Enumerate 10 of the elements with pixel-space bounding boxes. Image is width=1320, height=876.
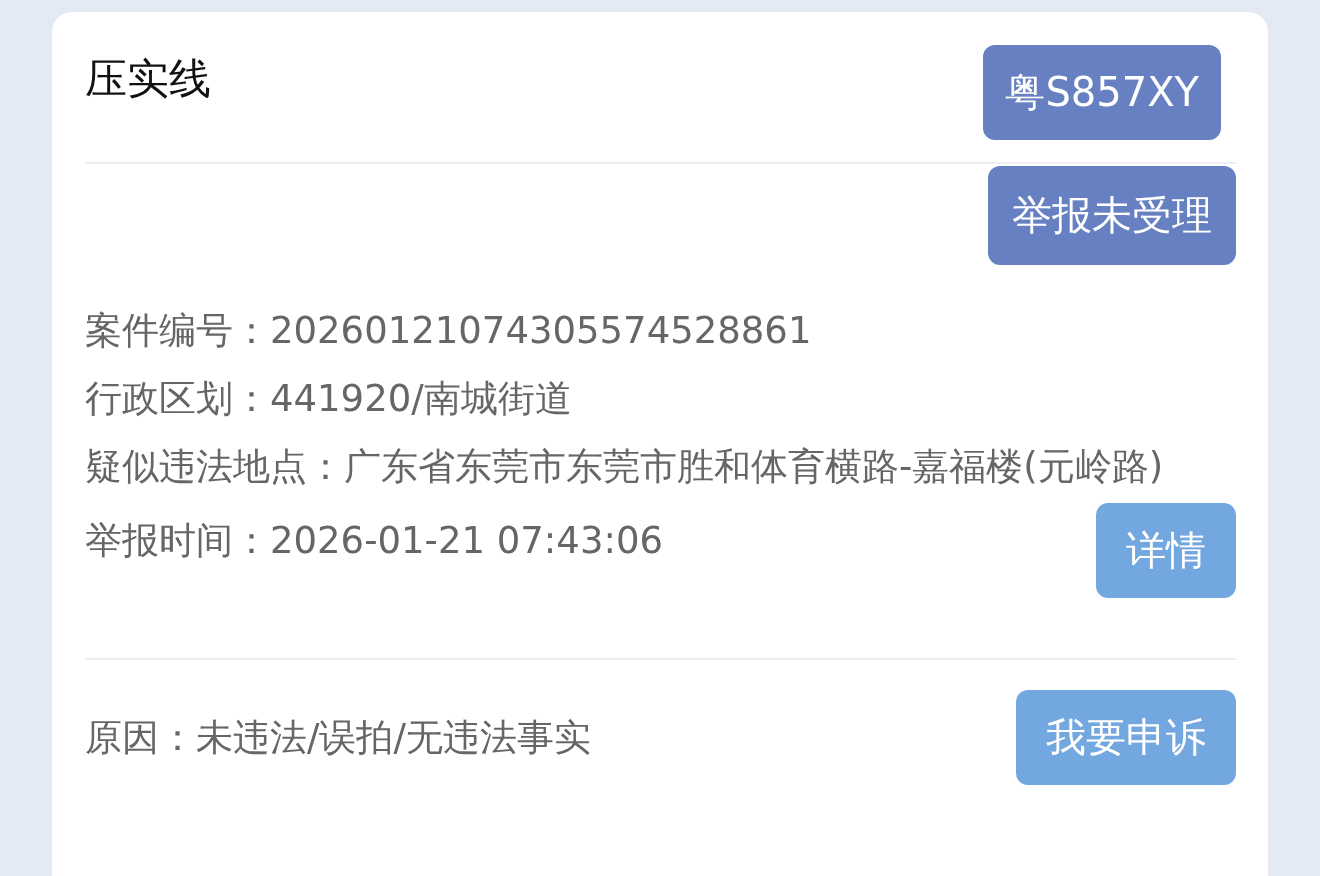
reason-text: 原因：未违法/误拍/无违法事实: [85, 714, 591, 761]
plate-badge: 粤S857XY: [983, 45, 1221, 140]
field-text: 行政区划：441920/南城街道: [85, 376, 572, 423]
field-text: 疑似违法地点：广东省东莞市东莞市胜和体育横路-嘉福楼(元岭路): [85, 444, 1164, 491]
appeal-button[interactable]: 我要申诉: [1016, 690, 1236, 786]
details-button[interactable]: 详情: [1096, 503, 1236, 599]
field-text: 举报时间：2026-01-21 07:43:06: [85, 518, 663, 565]
status-badge: 举报未受理: [988, 166, 1236, 265]
field-text: 案件编号：20260121074305574528861: [85, 308, 812, 354]
violation-title: 压实线: [85, 53, 211, 105]
